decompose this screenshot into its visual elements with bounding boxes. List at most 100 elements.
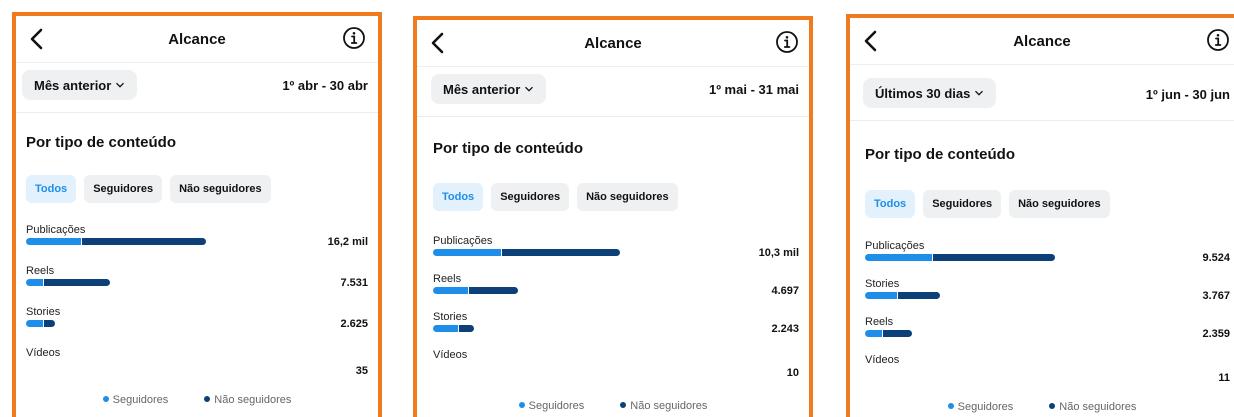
legend-item-non-followers: Não seguidores [1049,401,1136,413]
period-label: Mês anterior [34,77,112,93]
followers-bar-segment [433,249,502,256]
non-followers-bar-segment [933,254,1055,261]
content-type-label: Vídeos [865,354,900,366]
reach-value: 9.524 [1202,252,1230,264]
non-followers-bar-segment [44,279,110,286]
page-title: Alcance [584,35,642,52]
reach-value: 10 [786,367,799,379]
reach-panel-april: Alcance Mês anterior 1º abr - 30 abr Por… [12,12,382,417]
content-type-label: Publicações [26,224,86,236]
section-title: Por tipo de conteúdo [865,146,1015,163]
reach-value: 16,2 mil [327,236,368,248]
content-type-label: Reels [433,273,462,285]
period-selector-button[interactable]: Últimos 30 dias [863,78,997,108]
non-followers-bar-segment [468,287,519,294]
info-icon[interactable] [1206,28,1230,52]
followers-bar-segment [26,238,81,245]
followers-bar-segment [433,287,468,294]
reach-panel-may: Alcance Mês anterior 1º mai - 31 mai Por… [413,16,813,417]
header: Alcance [16,16,378,63]
period-selector-button[interactable]: Mês anterior [431,74,547,104]
info-icon[interactable] [342,26,366,50]
tab-non-followers[interactable]: Não seguidores [577,183,678,211]
content-filter-tabs: Todos Seguidores Não seguidores [26,175,271,203]
chevron-down-icon [525,86,534,92]
reach-bar [433,249,620,256]
content-type-row: Publicações 16,2 mil [26,224,368,264]
legend-item-non-followers: Não seguidores [620,400,707,412]
followers-bar-segment [865,292,898,299]
content-type-row: Publicações 10,3 mil [433,235,799,275]
tab-all[interactable]: Todos [433,183,484,211]
date-range: 1º mai - 31 mai [708,82,799,97]
reach-bar [433,287,519,294]
content-type-label: Vídeos [26,347,61,359]
period-bar: Mês anterior 1º mai - 31 mai [417,66,809,117]
section-title: Por tipo de conteúdo [26,134,176,151]
content-type-label: Publicações [433,235,493,247]
chart-legend: Seguidores Não seguidores [850,401,1234,413]
content-type-row: Stories 2.625 [26,306,368,346]
content-type-label: Stories [865,278,900,290]
tab-followers[interactable]: Seguidores [84,175,163,203]
reach-value: 7.531 [340,277,368,289]
page-title: Alcance [1013,33,1071,50]
tab-all[interactable]: Todos [865,190,916,218]
legend-item-followers: Seguidores [518,400,584,412]
tab-all[interactable]: Todos [26,175,77,203]
content-type-row: Stories 3.767 [865,278,1230,318]
reach-value: 2.359 [1202,328,1230,340]
chevron-down-icon [116,82,125,88]
reach-value: 3.767 [1202,290,1230,302]
period-label: Últimos 30 dias [875,85,971,101]
reach-value: 2.243 [771,323,799,335]
reach-bar [26,238,206,245]
header: Alcance [850,18,1234,65]
reach-value: 2.625 [340,318,368,330]
tab-followers[interactable]: Seguidores [923,190,1002,218]
date-range: 1º abr - 30 abr [282,78,368,93]
content-filter-tabs: Todos Seguidores Não seguidores [433,183,678,211]
followers-bar-segment [433,325,458,332]
reach-bar [433,325,474,332]
followers-bar-segment [26,279,44,286]
legend-item-followers: Seguidores [102,394,168,406]
period-bar: Últimos 30 dias 1º jun - 30 jun [850,68,1234,121]
legend-item-followers: Seguidores [947,401,1013,413]
content-filter-tabs: Todos Seguidores Não seguidores [865,190,1110,218]
reach-value: 10,3 mil [758,247,799,259]
tab-non-followers[interactable]: Não seguidores [1009,190,1110,218]
non-followers-bar-segment [81,238,206,245]
tab-followers[interactable]: Seguidores [491,183,570,211]
reach-panel-june: Alcance Últimos 30 dias 1º jun - 30 jun … [846,14,1234,417]
chart-legend: Seguidores Não seguidores [16,394,378,406]
content-type-row: Reels 7.531 [26,265,368,305]
non-followers-bar-segment [882,330,913,337]
info-icon[interactable] [775,30,799,54]
content-type-row: Publicações 9.524 [865,240,1230,280]
non-followers-bar-segment [44,320,56,327]
content-type-row: Stories 2.243 [433,311,799,351]
content-type-row: Vídeos 11 [865,354,1230,394]
non-followers-bar-segment [458,325,474,332]
followers-bar-segment [865,254,933,261]
reach-value: 4.697 [771,285,799,297]
non-followers-bar-segment [898,292,941,299]
period-selector-button[interactable]: Mês anterior [22,70,138,100]
content-type-label: Vídeos [433,349,468,361]
header: Alcance [417,20,809,67]
reach-bar [865,292,941,299]
content-type-row: Reels 4.697 [433,273,799,313]
reach-bar [865,254,1055,261]
period-bar: Mês anterior 1º abr - 30 abr [16,62,378,113]
period-label: Mês anterior [443,81,521,97]
content-type-label: Stories [26,306,61,318]
reach-bar [26,320,56,327]
tab-non-followers[interactable]: Não seguidores [170,175,271,203]
content-type-label: Reels [865,316,894,328]
section-title: Por tipo de conteúdo [433,140,583,157]
content-type-row: Reels 2.359 [865,316,1230,356]
chart-legend: Seguidores Não seguidores [417,400,809,412]
followers-bar-segment [865,330,882,337]
followers-bar-segment [26,320,44,327]
